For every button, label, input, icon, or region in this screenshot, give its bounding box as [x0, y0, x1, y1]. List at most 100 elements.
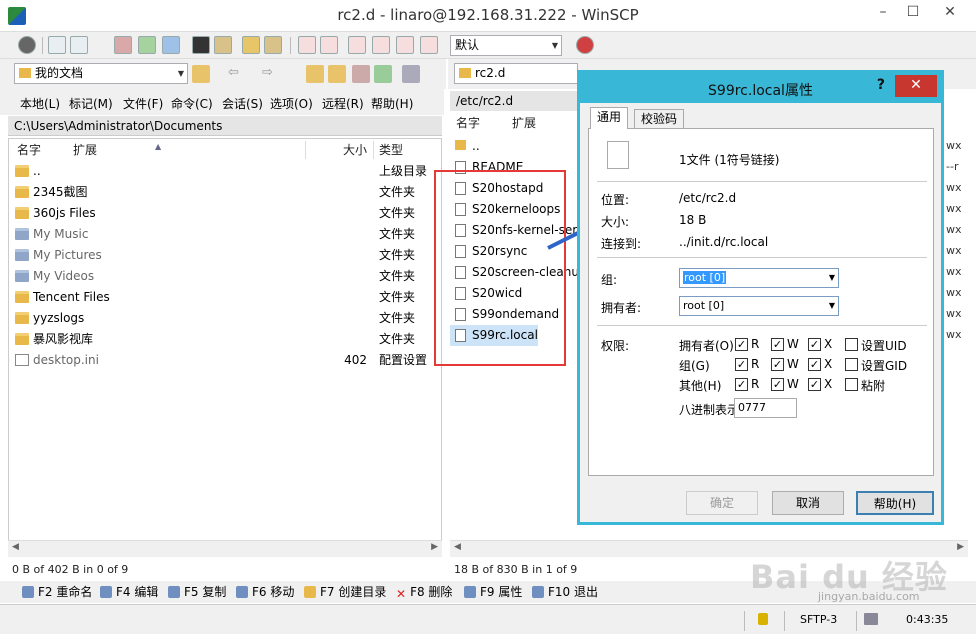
octal-input[interactable]: 0777 [734, 398, 797, 418]
session-time: 0:43:35 [906, 613, 949, 626]
menu-session[interactable]: 会话(S) [222, 95, 263, 112]
column-header-name[interactable]: 名字 [456, 112, 480, 134]
create-directory-button[interactable]: F7 创建目录 [304, 584, 386, 600]
menu-help[interactable]: 帮助(H) [371, 95, 413, 112]
left-file-list[interactable]: 名字 扩展 ▲ 大小 类型 .. 上级目录 2345截图 文件夹 360js Files… [8, 138, 442, 542]
transfer-settings-combo[interactable]: 默认 ▼ [450, 35, 562, 56]
copy-button[interactable]: F5 复制 [168, 584, 226, 600]
invert-selection-icon[interactable] [372, 36, 390, 54]
table-row[interactable]: 暴风影视库 文件夹 [9, 329, 441, 350]
write-checkbox[interactable]: ✓ [771, 338, 784, 351]
cancel-button[interactable]: 取消 [772, 491, 844, 515]
menu-file[interactable]: 文件(F) [123, 95, 163, 112]
menu-remote[interactable]: 远程(R) [322, 95, 364, 112]
refresh-icon[interactable] [374, 65, 392, 83]
special-label: 设置GID [861, 359, 908, 373]
new-session-icon[interactable] [576, 36, 594, 54]
table-row[interactable]: My Videos 文件夹 [9, 266, 441, 287]
special-checkbox[interactable] [845, 378, 858, 391]
close-button[interactable]: ✕ [930, 0, 970, 26]
column-header-name[interactable]: 名字 [17, 139, 41, 161]
table-row[interactable]: Tencent Files 文件夹 [9, 287, 441, 308]
help-icon[interactable]: ? [877, 77, 885, 93]
right-path-bar[interactable]: /etc/rc2.d [450, 91, 590, 111]
menu-local[interactable]: 本地(L) [20, 95, 60, 112]
table-row[interactable]: .. [450, 136, 580, 157]
help-button[interactable]: 帮助(H) [856, 491, 934, 515]
owner-select[interactable]: root [0] ▼ [679, 296, 839, 316]
console-icon[interactable] [192, 36, 210, 54]
root-dir-icon[interactable] [328, 65, 346, 83]
select-plus-icon[interactable] [298, 36, 316, 54]
properties-button[interactable]: F9 属性 [464, 584, 522, 600]
special-checkbox[interactable] [845, 358, 858, 371]
permission-row-label: 其他(H) [679, 379, 722, 393]
chevron-down-icon: ▼ [828, 273, 835, 282]
menu-options[interactable]: 选项(O) [270, 95, 313, 112]
compare-icon[interactable] [48, 36, 66, 54]
scroll-left-icon[interactable]: ◀ [12, 542, 19, 552]
read-checkbox[interactable]: ✓ [735, 378, 748, 391]
column-header-size[interactable]: 大小 [343, 139, 367, 161]
column-header-ext[interactable]: 扩展 [73, 139, 97, 161]
parent-dir-icon[interactable] [306, 65, 324, 83]
find-files-icon[interactable] [264, 36, 282, 54]
file-name: desktop.ini [33, 353, 99, 367]
forward-arrow-icon[interactable]: ⇨ [262, 65, 273, 80]
refresh-icon[interactable] [162, 36, 180, 54]
move-button[interactable]: F6 移动 [236, 584, 294, 600]
synchronize-icon[interactable] [114, 36, 132, 54]
menu-commands[interactable]: 命令(C) [171, 95, 213, 112]
column-header-ext[interactable]: 扩展 [512, 112, 536, 134]
home-icon[interactable] [352, 65, 370, 83]
exit-button[interactable]: F10 退出 [532, 584, 598, 600]
delete-button[interactable]: ✕ F8 删除 [396, 584, 452, 601]
scroll-right-icon[interactable]: ▶ [431, 542, 438, 552]
open-folder-icon[interactable] [192, 65, 210, 83]
ok-button[interactable]: 确定 [686, 491, 758, 515]
write-checkbox[interactable]: ✓ [771, 358, 784, 371]
execute-checkbox[interactable]: ✓ [808, 378, 821, 391]
queue-icon[interactable] [242, 36, 260, 54]
left-location-combo[interactable]: 我的文档 ▼ [14, 63, 188, 84]
table-row[interactable]: .. 上级目录 [9, 161, 441, 182]
filter-icon[interactable] [348, 36, 366, 54]
edit-button[interactable]: F4 编辑 [100, 584, 158, 600]
maximize-button[interactable]: ☐ [898, 0, 928, 26]
back-arrow-icon[interactable]: ⇦ [228, 65, 239, 80]
table-row[interactable]: desktop.ini 402 配置设置 [9, 350, 441, 371]
execute-checkbox[interactable]: ✓ [808, 358, 821, 371]
tree-icon[interactable] [402, 65, 420, 83]
minimize-button[interactable]: – [868, 0, 898, 26]
left-horizontal-scrollbar[interactable]: ◀ ▶ [8, 540, 442, 557]
left-path-bar[interactable]: C:\Users\Administrator\Documents [8, 116, 442, 136]
sync-browse-icon[interactable] [138, 36, 156, 54]
rename-button[interactable]: F2 重命名 [22, 584, 92, 600]
table-row[interactable]: yyzslogs 文件夹 [9, 308, 441, 329]
table-row[interactable]: 2345截图 文件夹 [9, 182, 441, 203]
copy-files-icon[interactable] [70, 36, 88, 54]
tab-general[interactable]: 通用 [590, 107, 629, 129]
select-minus-icon[interactable] [320, 36, 338, 54]
tab-checksum[interactable]: 校验码 [634, 109, 685, 129]
refresh-selection-icon[interactable] [420, 36, 438, 54]
table-row[interactable]: My Pictures 文件夹 [9, 245, 441, 266]
column-header-type[interactable]: 类型 [379, 139, 403, 161]
right-location-combo[interactable]: rc2.d [454, 63, 578, 84]
menu-mark[interactable]: 标记(M) [69, 95, 113, 112]
execute-checkbox[interactable]: ✓ [808, 338, 821, 351]
scroll-left-icon[interactable]: ◀ [454, 542, 461, 552]
group-select[interactable]: root [0] ▼ [679, 268, 839, 288]
scroll-right-icon[interactable]: ▶ [957, 542, 964, 552]
dialog-close-button[interactable]: ✕ [895, 75, 937, 97]
read-checkbox[interactable]: ✓ [735, 338, 748, 351]
write-checkbox[interactable]: ✓ [771, 378, 784, 391]
read-checkbox[interactable]: ✓ [735, 358, 748, 371]
gear-icon[interactable] [18, 36, 36, 54]
table-row[interactable]: My Music 文件夹 [9, 224, 441, 245]
file-name: My Videos [33, 269, 95, 283]
putty-icon[interactable] [214, 36, 232, 54]
table-row[interactable]: 360js Files 文件夹 [9, 203, 441, 224]
special-checkbox[interactable] [845, 338, 858, 351]
clear-selection-icon[interactable] [396, 36, 414, 54]
